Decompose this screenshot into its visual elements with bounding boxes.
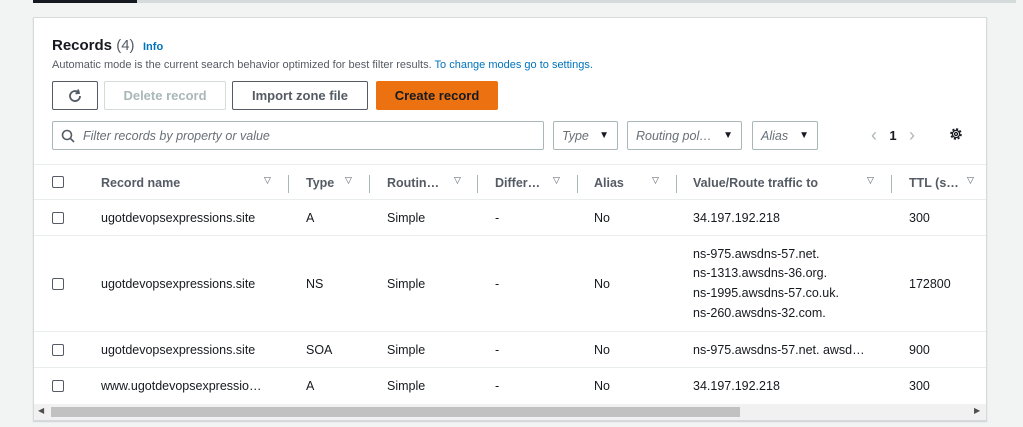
- scrollbar-thumb[interactable]: [51, 407, 740, 417]
- top-divider: [33, 0, 1016, 3]
- preferences-gear-icon[interactable]: [948, 126, 964, 147]
- caret-down-icon: ▼: [723, 130, 733, 141]
- sort-icon[interactable]: ▽: [264, 175, 271, 186]
- sort-icon[interactable]: ▽: [553, 175, 560, 186]
- previous-page-icon[interactable]: ‹: [863, 125, 885, 146]
- type-cell: SOA: [306, 343, 333, 357]
- record-name-cell: ugotdevopsexpressions.site: [101, 277, 256, 291]
- alias-cell: No: [594, 379, 610, 393]
- value-cell: ns-1995.awsdns-57.co.uk.: [693, 286, 839, 300]
- row-checkbox[interactable]: [52, 344, 64, 356]
- column-header-routing[interactable]: Routin…: [387, 176, 439, 190]
- active-tab-indicator: [33, 0, 137, 3]
- panel-title: Records (4): [52, 37, 135, 54]
- refresh-button[interactable]: [52, 81, 98, 110]
- table-header: Record name ▽ Type ▽ Routin… ▽ Differ… ▽…: [34, 164, 986, 200]
- differentiator-cell: -: [495, 277, 500, 291]
- import-zone-file-button[interactable]: Import zone file: [232, 81, 368, 110]
- column-resizer[interactable]: [676, 175, 677, 193]
- column-header-value[interactable]: Value/Route traffic to: [693, 176, 818, 190]
- sort-icon[interactable]: ▽: [345, 175, 352, 186]
- description-text: Automatic mode is the current search beh…: [52, 59, 432, 71]
- ttl-cell: 172800: [909, 277, 951, 291]
- record-count: (4): [116, 37, 135, 54]
- type-cell: A: [306, 379, 315, 393]
- routing-cell: Simple: [387, 211, 426, 225]
- differentiator-cell: -: [495, 343, 500, 357]
- settings-link[interactable]: To change modes go to settings.: [435, 59, 593, 71]
- caret-down-icon: ▼: [599, 130, 609, 141]
- caret-down-icon: ▼: [799, 130, 809, 141]
- alias-cell: No: [594, 277, 610, 291]
- record-name-cell: ugotdevopsexpressions.site: [101, 211, 256, 225]
- table-row[interactable]: ugotdevopsexpressions.site NS Simple - N…: [34, 236, 986, 332]
- type-cell: NS: [306, 277, 324, 291]
- differentiator-cell: -: [495, 211, 500, 225]
- routing-cell: Simple: [387, 379, 426, 393]
- records-panel: Records (4) Info Automatic mode is the c…: [33, 17, 987, 421]
- sort-icon[interactable]: ▽: [454, 175, 461, 186]
- value-cell: ns-975.awsdns-57.net.: [693, 247, 820, 261]
- info-link[interactable]: Info: [143, 41, 163, 53]
- routing-cell: Simple: [387, 343, 426, 357]
- refresh-icon: [69, 88, 81, 102]
- select-all-checkbox[interactable]: [52, 176, 64, 188]
- table-row[interactable]: www.ugotdevopsexpressio… A Simple - No 3…: [34, 368, 986, 404]
- next-page-icon[interactable]: ›: [901, 125, 923, 146]
- table-row[interactable]: ugotdevopsexpressions.site SOA Simple - …: [34, 332, 986, 368]
- column-header-alias[interactable]: Alias: [594, 176, 624, 190]
- alias-filter-select[interactable]: Alias ▼: [752, 121, 818, 150]
- row-checkbox[interactable]: [52, 278, 64, 290]
- column-header-differentiator[interactable]: Differ…: [495, 176, 540, 190]
- column-header-ttl[interactable]: TTL (s…: [909, 176, 959, 190]
- alias-filter-label: Alias: [761, 128, 789, 143]
- row-checkbox[interactable]: [52, 380, 64, 392]
- scroll-left-icon[interactable]: ◀: [38, 406, 44, 415]
- type-filter-label: Type: [562, 128, 589, 143]
- filter-records-input[interactable]: Filter records by property or value: [52, 121, 544, 150]
- routing-filter-label: Routing pol…: [636, 128, 712, 143]
- column-header-record-name[interactable]: Record name: [101, 176, 180, 190]
- panel-title-text: Records: [52, 37, 113, 54]
- alias-cell: No: [594, 211, 610, 225]
- current-page[interactable]: 1: [885, 128, 901, 143]
- create-record-button[interactable]: Create record: [376, 81, 498, 110]
- ttl-cell: 300: [909, 379, 930, 393]
- alias-cell: No: [594, 343, 610, 357]
- column-resizer[interactable]: [891, 175, 892, 193]
- value-cell: ns-1313.awsdns-36.org.: [693, 266, 828, 280]
- ttl-cell: 900: [909, 343, 930, 357]
- row-checkbox[interactable]: [52, 212, 64, 224]
- horizontal-scrollbar[interactable]: ◀ ▶: [34, 404, 986, 420]
- column-header-type[interactable]: Type: [306, 176, 334, 190]
- scroll-right-icon[interactable]: ▶: [974, 406, 980, 415]
- differentiator-cell: -: [495, 379, 500, 393]
- value-cell: ns-260.awsdns-32.com.: [693, 306, 826, 320]
- sort-icon[interactable]: ▽: [967, 175, 974, 186]
- routing-cell: Simple: [387, 277, 426, 291]
- delete-record-button[interactable]: Delete record: [104, 81, 226, 110]
- value-cell: 34.197.192.218: [693, 211, 780, 225]
- column-resizer[interactable]: [288, 175, 289, 193]
- search-mode-description: Automatic mode is the current search beh…: [52, 59, 593, 71]
- pagination: ‹ 1 ›: [863, 124, 923, 146]
- column-resizer[interactable]: [369, 175, 370, 193]
- type-cell: A: [306, 211, 315, 225]
- sort-icon[interactable]: ▽: [652, 175, 659, 186]
- value-cell: ns-975.awsdns-57.net. awsd…: [693, 343, 865, 357]
- ttl-cell: 300: [909, 211, 930, 225]
- search-placeholder: Filter records by property or value: [83, 128, 270, 143]
- record-name-cell: ugotdevopsexpressions.site: [101, 343, 256, 357]
- sort-icon[interactable]: ▽: [867, 175, 874, 186]
- value-cell: 34.197.192.218: [693, 379, 780, 393]
- column-resizer[interactable]: [577, 175, 578, 193]
- column-resizer[interactable]: [477, 175, 478, 193]
- type-filter-select[interactable]: Type ▼: [553, 121, 618, 150]
- record-name-cell: www.ugotdevopsexpressio…: [101, 379, 262, 393]
- search-icon: [61, 129, 75, 143]
- table-row[interactable]: ugotdevopsexpressions.site A Simple - No…: [34, 200, 986, 236]
- routing-policy-filter-select[interactable]: Routing pol… ▼: [627, 121, 742, 150]
